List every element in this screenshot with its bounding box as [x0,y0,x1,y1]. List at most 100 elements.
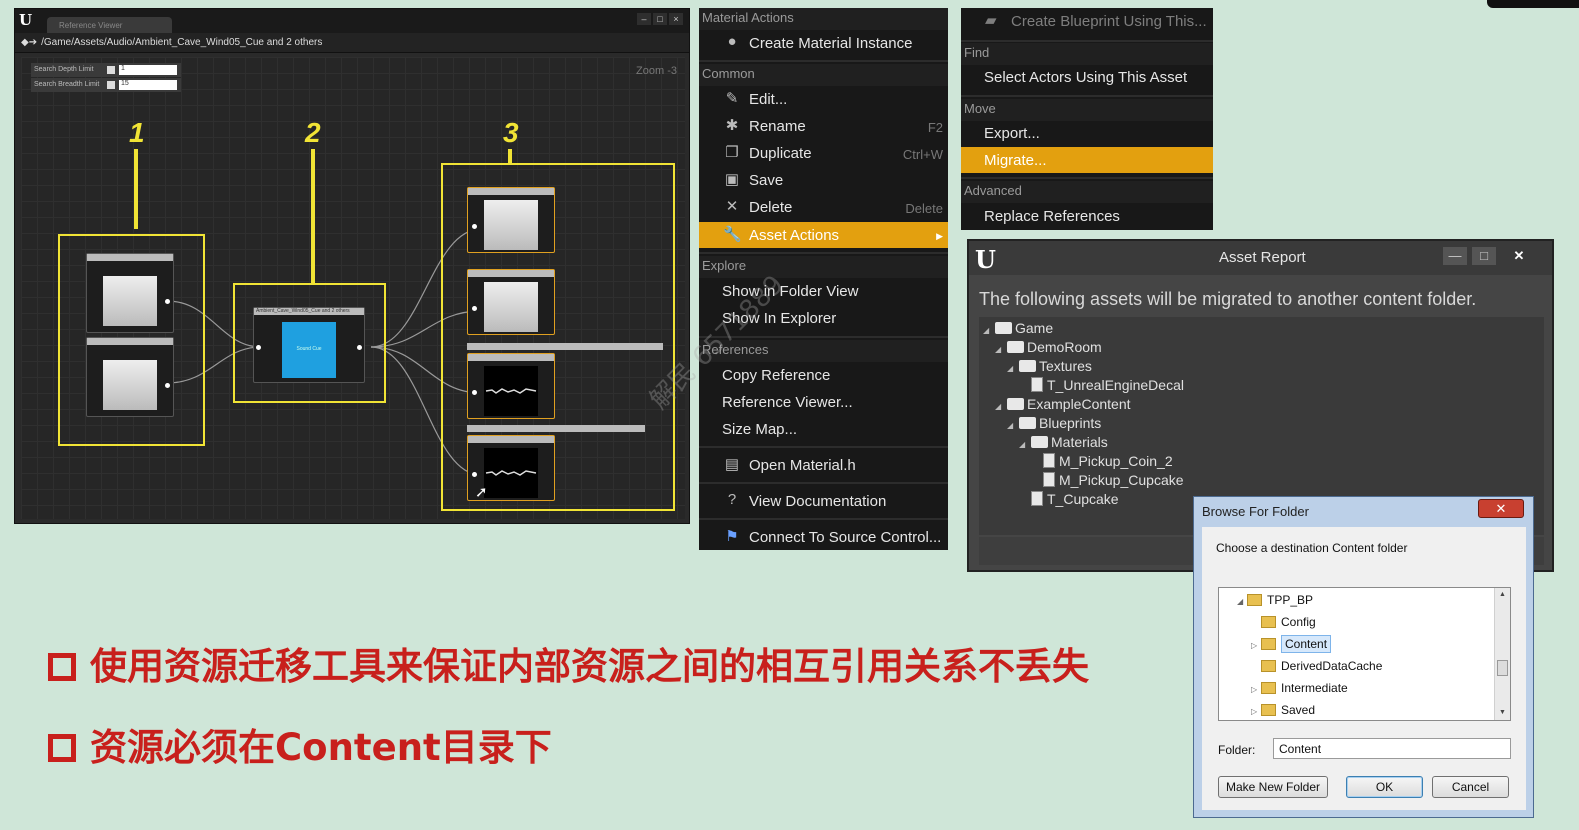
reference-graph[interactable]: Search Depth Limit 1 Search Breadth Limi… [21,57,685,519]
sound-cue-thumbnail: Sound Cue [282,322,336,378]
node-thumbnail [103,360,157,410]
expand-icon[interactable]: ▷ [1251,707,1261,716]
tree-item-game[interactable]: ◢ Game [983,320,1053,339]
input-pin[interactable] [472,306,477,311]
menu-item-asset-actions[interactable]: 🔧 Asset Actions ▶ [699,222,948,248]
file-icon [1031,491,1043,506]
menu-item-open-material-h[interactable]: ▤ Open Material.h [699,452,948,478]
node-tag [87,254,173,261]
tree-item-m-pickup-coin-2[interactable]: M_Pickup_Coin_2 [1043,453,1173,472]
menu-item-export[interactable]: Export... [961,120,1213,146]
tree-item-example-content[interactable]: ◢ ExampleContent [995,396,1131,415]
dialog-instruction: Choose a destination Content folder [1216,541,1408,555]
minimize-button[interactable]: – [637,13,651,25]
cancel-button[interactable]: Cancel [1432,776,1509,798]
menu-item-delete[interactable]: ✕ Delete Delete [699,194,948,220]
scrollbar-thumb[interactable] [1497,660,1508,676]
menu-item-connect-source-control[interactable]: ⚑ Connect To Source Control... [699,524,948,550]
tree-item-derived-data-cache[interactable]: DerivedDataCache [1261,656,1382,676]
menu-item-size-map[interactable]: Size Map... [699,416,948,442]
referencer-node[interactable] [86,337,174,417]
expand-icon: ◢ [983,326,990,335]
tree-item-blueprints[interactable]: ◢ Blueprints [1007,415,1101,434]
tree-item-t-cupcake[interactable]: T_Cupcake [1031,491,1119,510]
make-new-folder-button[interactable]: Make New Folder [1218,776,1328,798]
folder-icon [1007,398,1024,410]
scroll-up-icon[interactable]: ▲ [1495,588,1510,602]
browse-for-folder-dialog: Browse For Folder ✕ Choose a destination… [1193,496,1534,818]
tree-item-t-unreal-engine-decal[interactable]: T_UnrealEngineDecal [1031,377,1184,396]
dependency-node[interactable] [467,353,555,419]
tree-item-demoroom[interactable]: ◢ DemoRoom [995,339,1102,358]
file-icon [1031,377,1043,392]
input-pin[interactable] [472,390,477,395]
node-thumbnail [103,276,157,326]
maximize-button[interactable]: □ [653,13,667,25]
delete-icon: ✕ [725,198,739,215]
input-pin[interactable] [472,224,477,229]
tree-item-intermediate[interactable]: ▷ Intermediate [1251,678,1348,698]
tree-item-m-pickup-cupcake[interactable]: M_Pickup_Cupcake [1043,472,1184,491]
waveform-icon [485,388,537,394]
dependency-node[interactable] [467,269,555,335]
material-instance-icon: ● [727,33,737,50]
delete-shortcut: Delete [905,201,943,216]
expand-icon[interactable]: ◢ [1237,597,1247,606]
node-tag [468,354,554,361]
save-icon: ▣ [724,171,740,188]
reference-viewer-tab[interactable]: Reference Viewer [47,17,172,33]
scroll-down-icon[interactable]: ▼ [1495,706,1510,720]
expand-icon[interactable]: ▷ [1251,641,1261,650]
dependency-node[interactable] [467,187,555,253]
asset-actions-submenu: ▰ Create Blueprint Using This... Find Se… [961,8,1213,230]
close-button[interactable]: ✕ [1507,247,1531,265]
menu-item-create-material-instance[interactable]: ● Create Material Instance [699,30,948,56]
root-asset-node[interactable]: Ambient_Cave_Wind05_Cue and 2 others Sou… [253,307,365,383]
tree-item-tpp-bp[interactable]: ◢ TPP_BP [1237,590,1313,610]
tree-item-config[interactable]: Config [1261,612,1316,632]
folder-tree-scrollbar[interactable]: ▲ ▼ [1494,588,1510,720]
folder-input[interactable]: Content [1273,738,1511,759]
menu-item-replace-references[interactable]: Replace References [961,203,1213,229]
referencer-node[interactable] [86,253,174,333]
close-button[interactable]: ✕ [1478,499,1524,518]
menu-item-duplicate[interactable]: ❐ Duplicate Ctrl+W [699,140,948,166]
output-pin[interactable] [165,299,170,304]
output-pin[interactable] [357,345,362,350]
folder-icon [1261,660,1276,672]
expand-icon: ◢ [1007,364,1014,373]
minimize-button[interactable]: — [1443,247,1467,265]
folder-icon [1261,638,1276,650]
output-pin[interactable] [165,383,170,388]
menu-item-view-documentation[interactable]: ? View Documentation [699,488,948,514]
mouse-cursor-icon: ➚ [475,484,488,501]
menu-item-create-blueprint[interactable]: ▰ Create Blueprint Using This... [961,8,1213,34]
maximize-button[interactable]: □ [1472,247,1496,265]
menu-divider [699,482,948,484]
close-button[interactable]: × [669,13,683,25]
menu-item-rename[interactable]: ✱ Rename F2 [699,113,948,139]
menu-item-copy-reference[interactable]: Copy Reference [699,362,948,388]
section-move: Move [961,99,1213,121]
tree-item-saved[interactable]: ▷ Saved [1251,700,1315,720]
column-2-line [311,149,315,283]
input-pin[interactable] [472,472,477,477]
bullet-text-2: 资源必须在Content目录下 [90,726,552,769]
menu-item-migrate[interactable]: Migrate... [961,147,1213,173]
nav-arrows-icon[interactable]: ◆➔ [21,37,37,48]
menu-item-edit[interactable]: ✎ Edit... [699,86,948,112]
tree-item-textures[interactable]: ◢ Textures [1007,358,1092,377]
tree-item-materials[interactable]: ◢ Materials [1019,434,1108,453]
menu-item-reference-viewer[interactable]: Reference Viewer... [699,389,948,415]
tree-item-content[interactable]: ▷ Content [1251,634,1332,654]
folder-icon [1261,704,1276,716]
expand-icon[interactable]: ▷ [1251,685,1261,694]
folder-icon [1261,682,1276,694]
ok-button[interactable]: OK [1346,776,1423,798]
menu-item-save[interactable]: ▣ Save [699,167,948,193]
menu-item-select-actors[interactable]: Select Actors Using This Asset [961,64,1213,90]
node-tag [468,188,554,195]
asset-context-menu: Material Actions ● Create Material Insta… [699,8,948,550]
input-pin[interactable] [256,345,261,350]
code-file-icon: ▤ [724,456,740,473]
